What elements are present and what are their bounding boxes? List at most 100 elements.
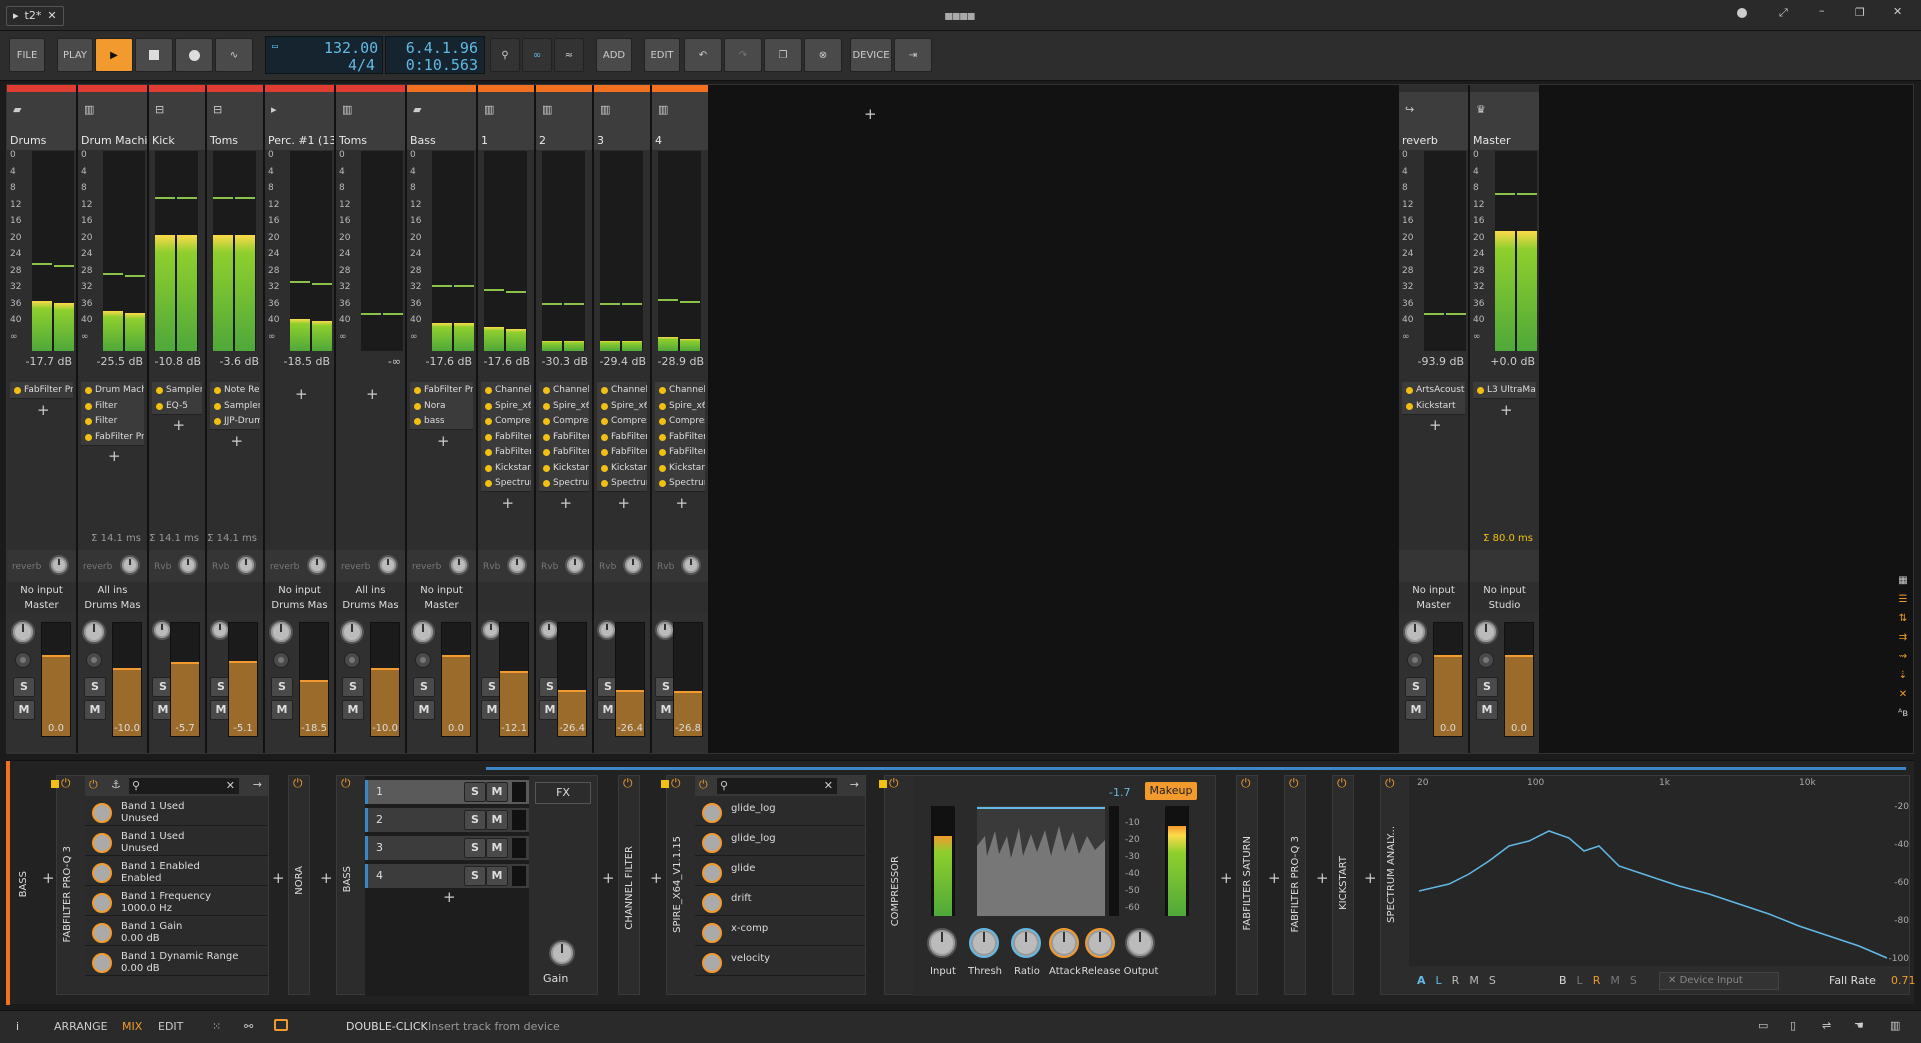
device-parameter[interactable]: Band 1 Used Unused [85,828,268,856]
mute-button[interactable]: M [271,700,293,720]
param-knob[interactable] [702,863,722,883]
device-slot[interactable]: Filter [81,397,144,415]
mute-button[interactable]: M [13,700,35,720]
input-selector[interactable]: No input [407,585,476,596]
channel-a-mode[interactable]: A [1417,974,1426,987]
send-knob[interactable] [681,555,701,575]
power-icon[interactable]: ⏻ [1241,776,1251,791]
track-name[interactable]: Bass [410,134,436,147]
channel-b-mode[interactable]: M [1610,974,1620,987]
send-knob[interactable] [565,555,585,575]
add-device-button[interactable]: + [560,494,573,512]
send-knob[interactable] [49,555,69,575]
arm-button[interactable] [86,652,102,668]
device-slot[interactable]: Spectrum A... [539,475,589,492]
device-slot[interactable]: Channel Fil... [539,382,589,399]
clear-search-icon[interactable]: ✕ [824,779,833,792]
track-header[interactable]: ▥ 3 [594,92,650,150]
device-parameter[interactable]: velocity [695,948,865,976]
mixer-channel-strip[interactable]: ▥ Toms 0 4 8 12 16 20 24 28 32 36 40 ∞ -∞ + reverb All in… [336,85,406,753]
track-name[interactable]: 1 [481,134,488,147]
device-slot[interactable]: Filter [81,413,144,430]
mixer-channel-strip[interactable]: ▥3-29.4 dBChannel Fil...Spire_x64_...Com… [594,85,651,753]
power-icon[interactable]: ⏻ [1337,776,1347,791]
track-name[interactable]: Toms [210,134,238,147]
layer-mute-button[interactable]: M [486,838,508,858]
volume-fader[interactable]: -5.1 [228,622,258,737]
output-selector[interactable]: Drums Mas [265,600,334,611]
param-knob[interactable] [92,923,112,943]
device-parameter[interactable]: glide_log [695,828,865,856]
send-knob[interactable] [507,555,527,575]
mixer-channel-strip[interactable]: ▥2-30.3 dBChannel Fil...Spire_x64_...Com… [536,85,593,753]
channel-b-mode[interactable]: S [1630,974,1637,987]
layer-solo-button[interactable]: S [464,866,486,886]
device-button[interactable]: DEVICE [850,38,892,72]
device-slot[interactable]: Drum Machine [81,382,144,399]
layer-solo-button[interactable]: S [464,838,486,858]
device-slot[interactable]: Spire_x64_... [481,397,531,415]
groove-button[interactable]: ≈ [554,38,584,72]
clear-search-icon[interactable]: ✕ [226,779,235,792]
output-selector[interactable]: Drums Mas [336,600,405,611]
track-header[interactable]: ▸ Perc. #1 (132b... [265,92,334,150]
device-slot[interactable]: Nora [410,397,473,415]
device-slot[interactable]: EQ-5 [152,397,202,415]
info-icon[interactable]: i [16,1020,19,1033]
folder-icon[interactable]: ▭ [1758,1019,1768,1032]
track-header[interactable]: ⊟ Kick [149,92,205,150]
input-selector[interactable]: No input [265,585,334,596]
device-slot[interactable]: Kickstart [539,459,589,477]
volume-fader[interactable]: -12.1 [499,622,529,737]
track-name[interactable]: Toms [339,134,367,147]
add-device-button[interactable]: + [231,432,244,450]
device-slot[interactable]: Kickstart [481,459,531,477]
channel-a-mode[interactable]: L [1436,974,1442,987]
add-device-button[interactable]: + [676,494,689,512]
add-device-button[interactable]: + [37,401,50,419]
device-insert-button[interactable]: ⇥ [894,38,932,72]
modulate-icon[interactable]: ⏻ [699,778,708,792]
insert-device-plus[interactable]: + [1220,869,1233,887]
add-track-button[interactable]: + [864,105,877,123]
pan-knob[interactable] [1403,620,1427,644]
insert-device-plus[interactable]: + [1364,869,1377,887]
solo-button[interactable]: S [13,677,35,697]
param-knob[interactable] [702,893,722,913]
expand-icon[interactable]: → [850,778,859,791]
device-parameter[interactable]: glide [695,858,865,886]
volume-fader[interactable]: 0.0 [1504,622,1534,737]
routing-icon[interactable]: ⚓ [111,778,121,791]
makeup-toggle[interactable]: Makeup [1145,782,1197,800]
pan-knob[interactable] [1474,620,1498,644]
param-search-input[interactable]: ⚲ ✕ [717,778,837,794]
fx-button[interactable]: FX [535,782,591,804]
device-parameter[interactable]: Band 1 Used Unused [85,798,268,826]
param-knob[interactable] [92,803,112,823]
track-header[interactable]: ♛ Master [1470,92,1539,150]
device-slot[interactable]: Kickstart [1402,397,1465,415]
device-parameter[interactable]: Band 1 Gain 0.00 dB [85,918,268,946]
add-device-button[interactable]: + [502,494,515,512]
arm-button[interactable] [1407,652,1423,668]
param-knob[interactable] [702,953,722,973]
device-slot[interactable]: JJP-Drums ... [210,413,260,430]
param-knob[interactable] [92,863,112,883]
send-knob[interactable] [378,555,398,575]
arm-button[interactable] [15,652,31,668]
edit-button[interactable]: EDIT [644,38,680,72]
pan-knob[interactable] [210,620,230,640]
instrument-layer[interactable]: 1 SM [365,780,529,804]
power-icon[interactable]: ⏻ [341,776,351,791]
record-button[interactable] [175,38,213,72]
layer-mute-button[interactable]: M [486,866,508,886]
clear-input-icon[interactable]: ✕ [1668,975,1680,986]
device-slot[interactable]: Sampler [152,382,202,399]
time-signature[interactable]: 4/4 [348,56,375,74]
thresh-knob[interactable] [969,928,999,958]
pan-knob[interactable] [481,620,501,640]
solo-button[interactable]: S [413,677,435,697]
mute-button[interactable]: M [1405,700,1427,720]
device-parameter[interactable]: glide_log [695,798,865,826]
device-slot[interactable]: FabFilter Pr... [539,444,589,461]
